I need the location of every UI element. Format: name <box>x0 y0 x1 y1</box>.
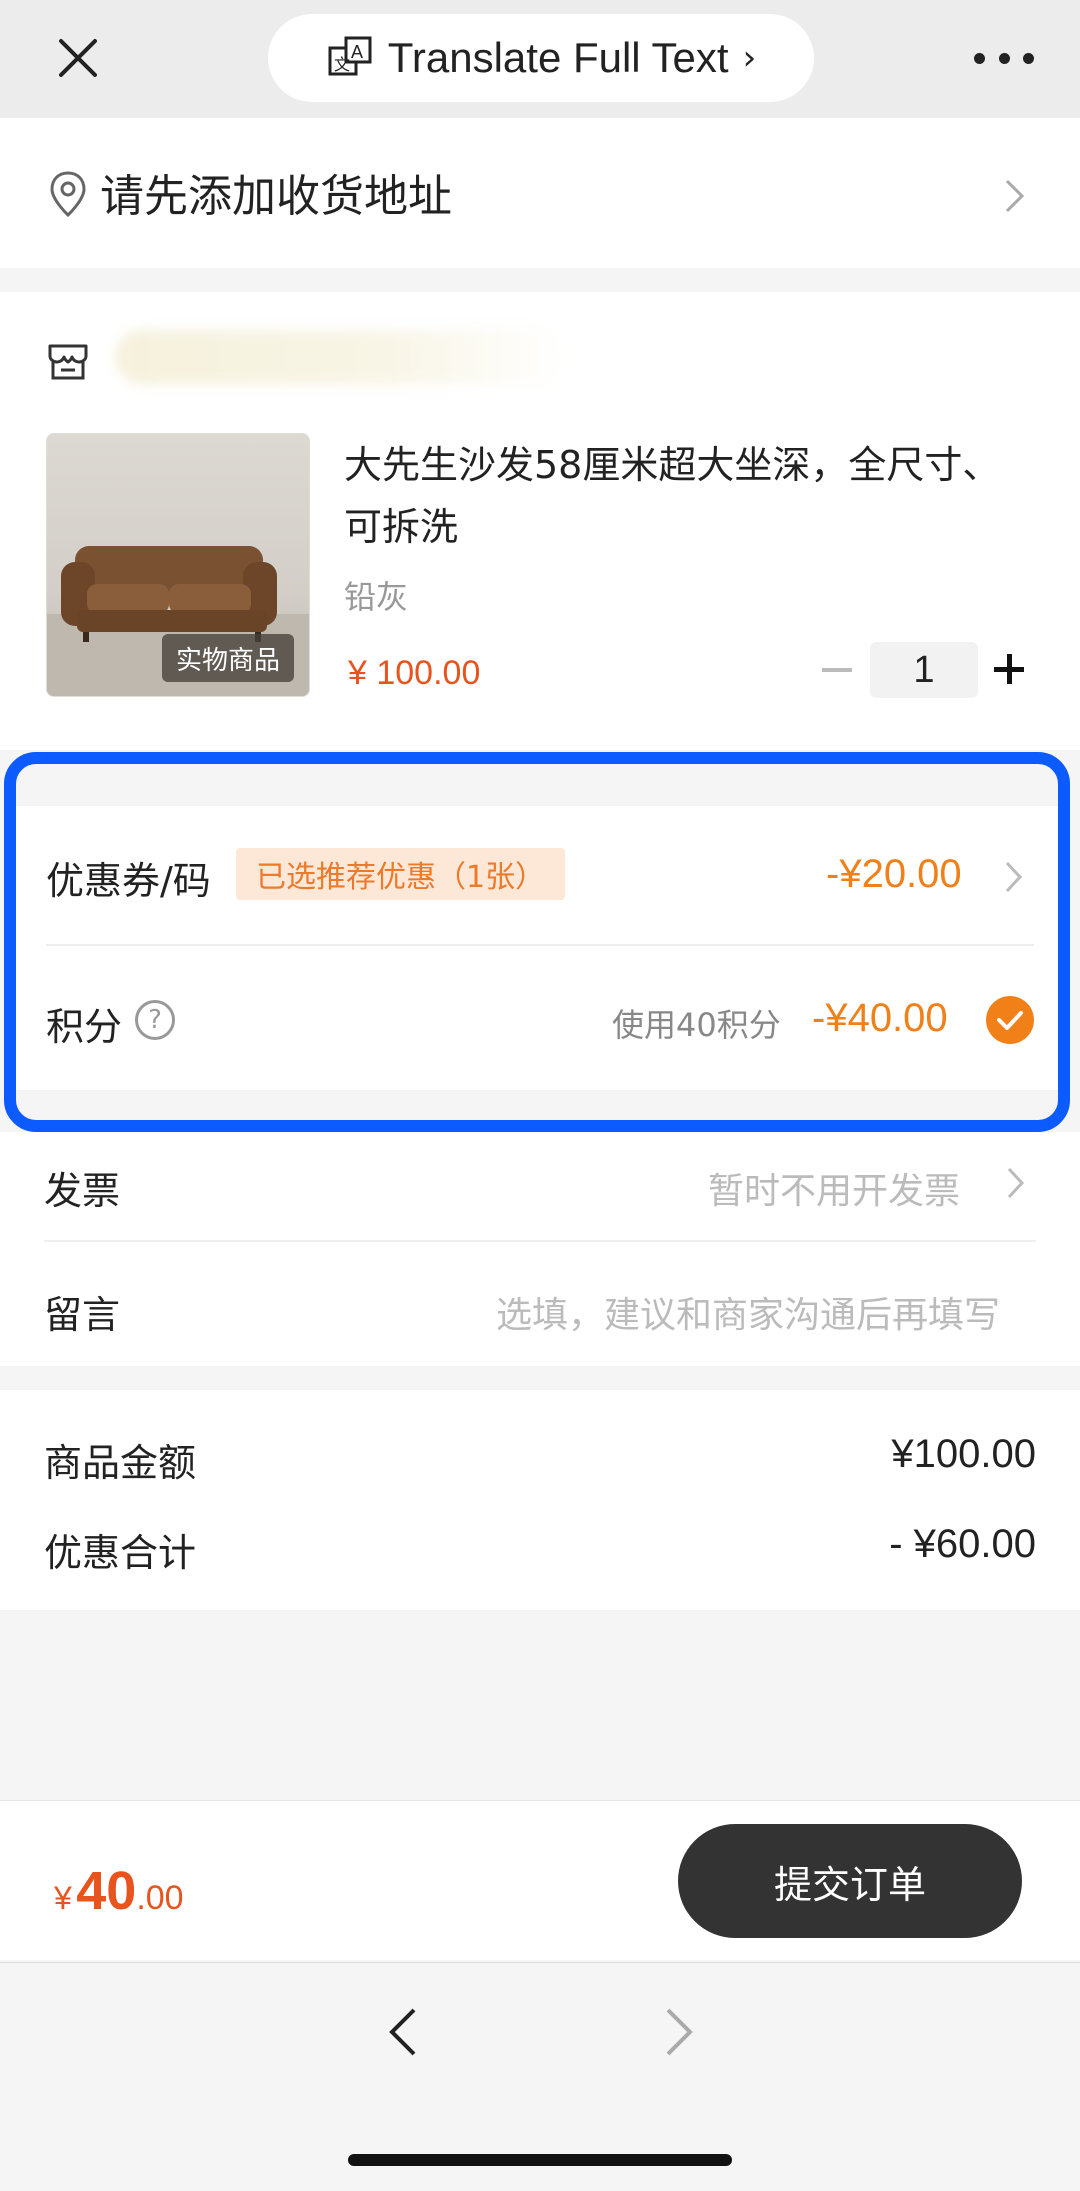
chevron-right-icon[interactable] <box>1004 860 1024 894</box>
shop-icon <box>48 344 88 380</box>
location-pin-icon <box>50 171 86 218</box>
minus-icon[interactable] <box>822 668 852 672</box>
currency-symbol: ¥ <box>54 1880 72 1916</box>
product-title[interactable]: 大先生沙发58厘米超大坐深，全尺寸、可拆洗 <box>344 434 1034 558</box>
discount-total-value: - ¥60.00 <box>889 1522 1036 1566</box>
invoice-value[interactable]: 暂时不用开发票 <box>708 1162 960 1214</box>
discount-total-label: 优惠合计 <box>44 1531 197 1575</box>
total-price: ¥ 40.00 <box>54 1860 184 1922</box>
coupon-badge: 已选推荐优惠（1张） <box>236 848 566 900</box>
chevron-right-icon[interactable] <box>1006 1166 1026 1200</box>
shop-name-blurred[interactable] <box>115 330 565 384</box>
total-integer: 40 <box>76 1861 137 1921</box>
translate-label: Translate Full Text <box>387 34 729 81</box>
quantity-input[interactable]: 1 <box>870 642 978 698</box>
more-icon[interactable] <box>974 46 1034 70</box>
message-label: 留言 <box>44 1293 121 1337</box>
coupon-value[interactable]: -¥20.00 <box>826 852 962 897</box>
order-summary <box>0 1390 1080 1610</box>
goods-amount-label: 商品金额 <box>44 1441 197 1485</box>
points-used: 使用40积分 <box>612 1006 781 1044</box>
divider <box>46 944 1034 946</box>
total-decimal: .00 <box>136 1879 184 1917</box>
coupon-label: 优惠券/码 <box>46 859 211 903</box>
back-arrow-icon[interactable] <box>386 2006 418 2058</box>
section-gap <box>12 764 1060 806</box>
check-icon <box>997 1011 1023 1030</box>
home-indicator[interactable] <box>348 2154 732 2166</box>
chevron-right-icon: › <box>742 38 757 78</box>
points-value: -¥40.00 <box>812 996 948 1040</box>
submit-order-button[interactable]: 提交订单 <box>678 1824 1022 1938</box>
svg-text:A: A <box>351 42 363 62</box>
goods-amount-value: ¥100.00 <box>891 1432 1036 1476</box>
plus-icon[interactable] <box>994 654 1024 684</box>
points-label: 积分 <box>46 1005 123 1049</box>
divider <box>44 1240 1036 1242</box>
product-price: ¥ 100.00 <box>348 654 481 692</box>
svg-text:文: 文 <box>334 55 350 74</box>
chevron-right-icon <box>1005 179 1025 213</box>
forward-arrow-icon[interactable] <box>664 2006 696 2058</box>
add-address-prompt: 请先添加收货地址 <box>100 171 452 222</box>
close-icon[interactable] <box>48 28 108 88</box>
translate-icon: A 文 <box>328 36 372 76</box>
help-icon[interactable]: ? <box>135 1000 175 1040</box>
section-gap <box>12 1090 1060 1132</box>
invoice-label: 发票 <box>44 1169 121 1213</box>
message-input[interactable]: 选填，建议和商家沟通后再填写 <box>496 1286 1000 1338</box>
translate-full-text-button[interactable]: A 文 Translate Full Text › <box>268 14 814 102</box>
product-variant: 铅灰 <box>344 578 409 616</box>
points-checkbox[interactable] <box>986 996 1034 1044</box>
product-type-tag: 实物商品 <box>162 634 294 682</box>
